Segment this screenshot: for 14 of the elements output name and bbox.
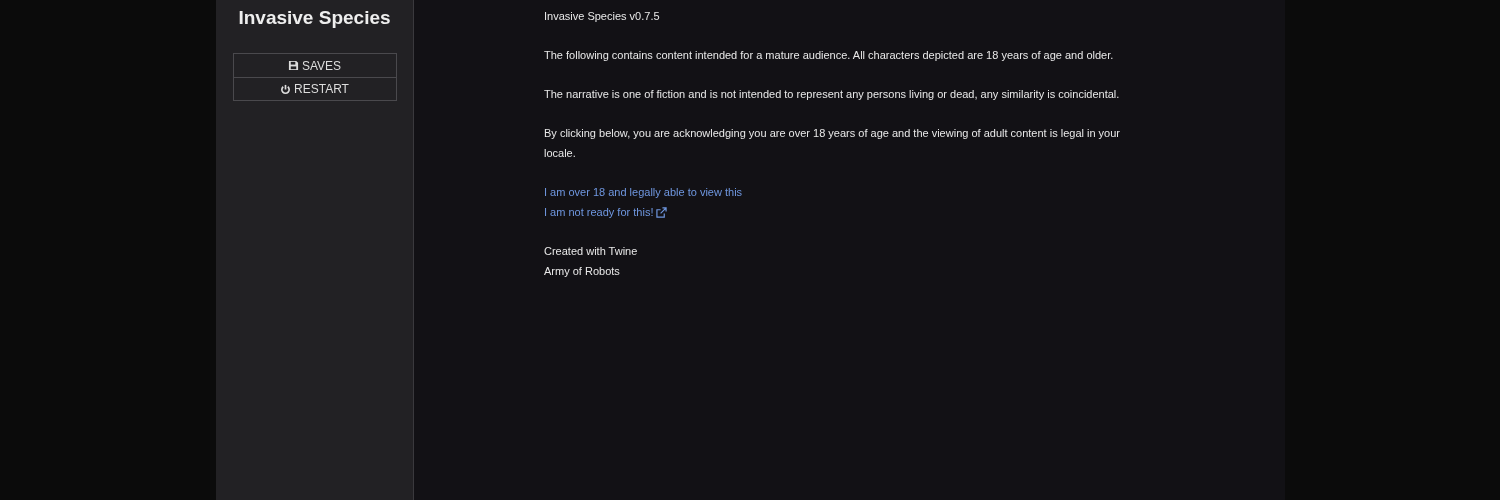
link[interactable]: I am over 18 and legally able to view this bbox=[544, 182, 743, 202]
link[interactable]: I am not ready for this! bbox=[544, 202, 668, 222]
paragraph: The narrative is one of fiction and is not intended to represent any persons living or dead, any similarity is coincidental. bbox=[544, 87, 1121, 102]
credit-text: Created with Twine bbox=[544, 244, 638, 259]
power-icon bbox=[280, 83, 292, 95]
external-link-icon bbox=[656, 206, 668, 218]
story-title: Invasive Species bbox=[238, 7, 391, 29]
credit-text: Army of Robots bbox=[544, 264, 620, 279]
menu-button[interactable]: RESTART bbox=[233, 77, 396, 100]
paragraph: By clicking below, you are acknowledging you are over 18 years of age and the viewing of adult content is legal in your locale. bbox=[544, 126, 1121, 161]
version-text: Invasive Species v0.7.5 bbox=[544, 9, 661, 24]
paragraph: The following contains content intended for a mature audience. All characters depicted are 18 years of age and older. bbox=[544, 48, 1115, 63]
menu-button[interactable]: SAVES bbox=[233, 54, 396, 77]
save-icon bbox=[287, 60, 299, 71]
